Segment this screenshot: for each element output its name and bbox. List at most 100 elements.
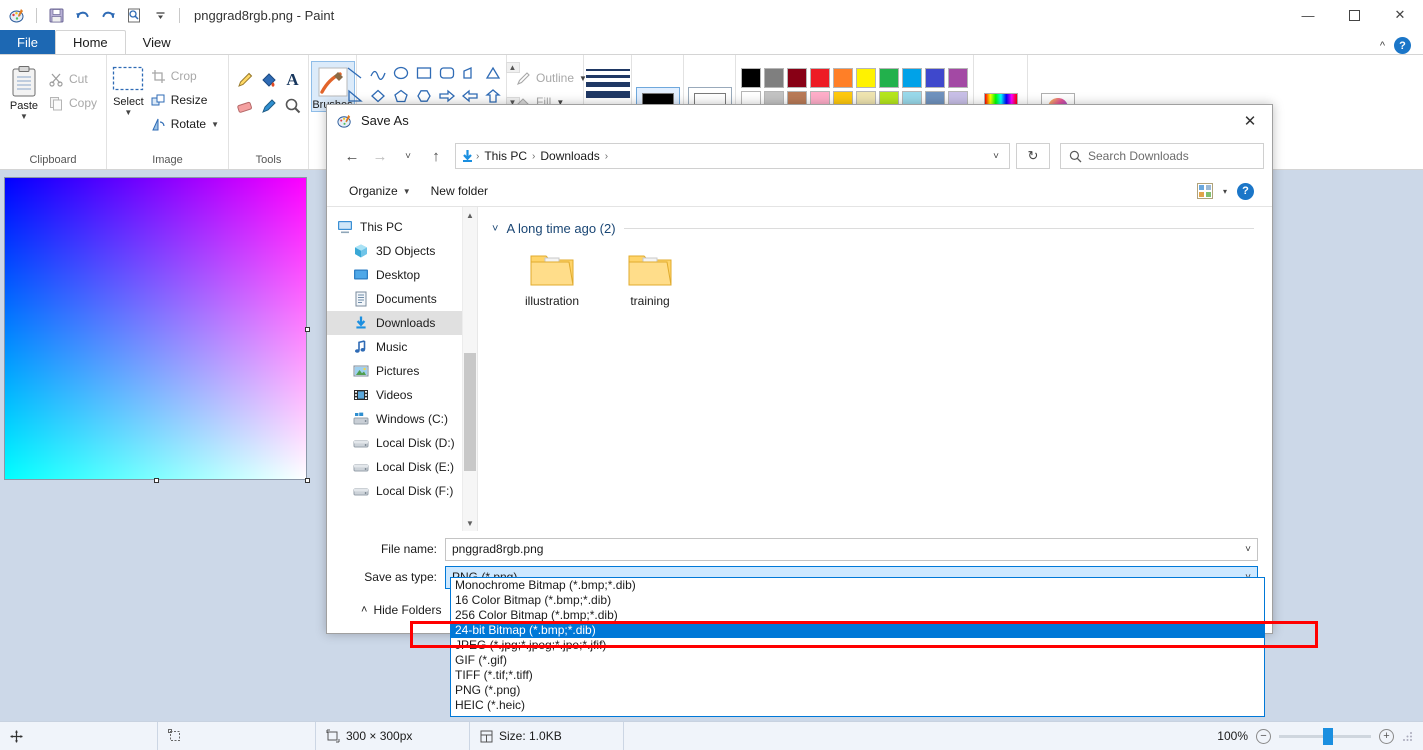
hide-folders-chevron-icon[interactable]: ˄	[361, 604, 367, 616]
folder-item[interactable]: training	[612, 250, 688, 308]
nav-item-downloads[interactable]: Downloads	[327, 311, 477, 335]
tab-home[interactable]: Home	[54, 30, 126, 54]
collapse-ribbon-icon[interactable]: ^	[1380, 40, 1385, 52]
type-option-4[interactable]: JPEG (*.jpg;*.jpeg;*.jpe;*.jfif)	[451, 638, 1264, 653]
type-option-7[interactable]: PNG (*.png)	[451, 683, 1264, 698]
new-folder-button[interactable]: New folder	[421, 179, 498, 203]
shape-line-icon[interactable]	[344, 62, 366, 84]
rotate-caret-icon[interactable]: ▼	[211, 120, 219, 129]
save-icon[interactable]	[45, 4, 67, 26]
nav-scroll-thumb[interactable]	[464, 353, 476, 471]
file-name-dropdown-icon[interactable]: ˅	[1245, 544, 1251, 555]
save-as-type-dropdown-list[interactable]: Monochrome Bitmap (*.bmp;*.dib) 16 Color …	[450, 577, 1265, 717]
palette-swatch-6[interactable]	[879, 68, 899, 88]
breadcrumb[interactable]: › This PC › Downloads › ˅	[455, 143, 1010, 169]
palette-swatch-8[interactable]	[925, 68, 945, 88]
fill-icon[interactable]	[257, 67, 281, 93]
recent-locations-button[interactable]: ˅	[395, 143, 421, 169]
file-name-input[interactable]: pnggrad8rgb.png ˅	[445, 537, 1258, 561]
palette-swatch-5[interactable]	[856, 68, 876, 88]
zoom-out-button[interactable]: −	[1256, 728, 1271, 744]
search-box[interactable]: Search Downloads	[1060, 143, 1264, 169]
nav-scroll-down-icon[interactable]: ▼	[463, 515, 477, 531]
tab-file[interactable]: File	[0, 30, 55, 54]
minimize-button[interactable]: —	[1285, 0, 1331, 30]
nav-item-this-pc[interactable]: This PC	[327, 215, 477, 239]
tab-view[interactable]: View	[126, 30, 188, 54]
shapes-gallery[interactable]	[344, 62, 504, 107]
nav-item-local-disk-d[interactable]: Local Disk (D:)	[327, 431, 477, 455]
back-button[interactable]: ←	[339, 143, 365, 169]
paste-caret-icon[interactable]: ▼	[20, 113, 28, 121]
copy-button[interactable]: Copy	[44, 91, 102, 115]
palette-swatch-1[interactable]	[764, 68, 784, 88]
shape-curve-icon[interactable]	[367, 62, 389, 84]
type-option-5[interactable]: GIF (*.gif)	[451, 653, 1264, 668]
dialog-help-icon[interactable]: ?	[1237, 182, 1254, 200]
forward-button[interactable]: →	[367, 143, 393, 169]
size-button[interactable]	[584, 61, 632, 98]
palette-swatch-9[interactable]	[948, 68, 968, 88]
up-button[interactable]: ↑	[423, 143, 449, 169]
nav-item-local-disk-e[interactable]: Local Disk (E:)	[327, 455, 477, 479]
eraser-icon[interactable]	[233, 93, 257, 119]
refresh-button[interactable]: ↻	[1016, 143, 1050, 169]
nav-scroll-up-icon[interactable]: ▲	[463, 207, 477, 223]
nav-item-windows-c[interactable]: Windows (C:)	[327, 407, 477, 431]
maximize-button[interactable]	[1331, 0, 1377, 30]
nav-item-videos[interactable]: Videos	[327, 383, 477, 407]
paint-icon[interactable]	[6, 4, 28, 26]
nav-item-documents[interactable]: Documents	[327, 287, 477, 311]
file-group-header[interactable]: ˅ A long time ago (2)	[492, 221, 1272, 236]
zoom-slider-track[interactable]	[1279, 727, 1371, 745]
type-option-8[interactable]: HEIC (*.heic)	[451, 698, 1264, 713]
nav-pane-scrollbar[interactable]: ▲ ▼	[462, 207, 477, 531]
palette-swatch-3[interactable]	[810, 68, 830, 88]
nav-item-3d-objects[interactable]: 3D Objects	[327, 239, 477, 263]
view-layout-icon[interactable]	[1196, 183, 1213, 199]
shape-polygon-icon[interactable]	[459, 62, 481, 84]
redo-icon[interactable]	[97, 4, 119, 26]
view-caret-icon[interactable]: ▾	[1223, 187, 1227, 196]
close-button[interactable]: ✕	[1377, 0, 1423, 30]
resize-handle-right[interactable]	[305, 327, 310, 332]
palette-swatch-2[interactable]	[787, 68, 807, 88]
shape-rounded-rectangle-icon[interactable]	[436, 62, 458, 84]
customize-quick-access-caret[interactable]	[149, 4, 171, 26]
crop-button[interactable]: Crop	[146, 64, 224, 88]
organize-caret-icon[interactable]: ▼	[403, 187, 411, 196]
rotate-button[interactable]: Rotate ▼	[146, 112, 224, 136]
nav-item-desktop[interactable]: Desktop	[327, 263, 477, 287]
shape-rectangle-icon[interactable]	[413, 62, 435, 84]
help-icon[interactable]: ?	[1394, 37, 1411, 54]
type-option-6[interactable]: TIFF (*.tif;*.tiff)	[451, 668, 1264, 683]
breadcrumb-this-pc[interactable]: This PC	[480, 145, 531, 167]
resize-handle-corner[interactable]	[305, 478, 310, 483]
paste-button[interactable]: Paste ▼	[4, 61, 44, 121]
shape-oval-icon[interactable]	[390, 62, 412, 84]
type-option-1[interactable]: 16 Color Bitmap (*.bmp;*.dib)	[451, 593, 1264, 608]
pencil-icon[interactable]	[233, 67, 257, 93]
select-caret-icon[interactable]: ▼	[124, 109, 132, 117]
dialog-close-button[interactable]: ✕	[1228, 105, 1272, 136]
organize-button[interactable]: Organize ▼	[339, 179, 421, 203]
zoom-in-button[interactable]: +	[1379, 728, 1394, 744]
image-canvas[interactable]	[5, 178, 306, 479]
palette-swatch-0[interactable]	[741, 68, 761, 88]
print-preview-icon[interactable]	[123, 4, 145, 26]
folder-item[interactable]: illustration	[514, 250, 590, 308]
shape-triangle-icon[interactable]	[482, 62, 504, 84]
breadcrumb-sep-2[interactable]: ›	[604, 151, 609, 162]
cut-button[interactable]: Cut	[44, 67, 102, 91]
file-list-pane[interactable]: ˅ A long time ago (2) illustration traini…	[477, 207, 1272, 531]
nav-item-local-disk-f[interactable]: Local Disk (F:)	[327, 479, 477, 503]
nav-item-pictures[interactable]: Pictures	[327, 359, 477, 383]
select-button[interactable]: Select ▼	[111, 61, 146, 117]
breadcrumb-downloads[interactable]: Downloads	[536, 145, 603, 167]
text-icon[interactable]: A	[281, 67, 305, 93]
type-option-0[interactable]: Monochrome Bitmap (*.bmp;*.dib)	[451, 578, 1264, 593]
color-picker-icon[interactable]	[257, 93, 281, 119]
outline-button[interactable]: Outline ▼	[511, 66, 592, 90]
type-option-3[interactable]: 24-bit Bitmap (*.bmp;*.dib)	[451, 623, 1264, 638]
magnifier-icon[interactable]	[281, 93, 305, 119]
